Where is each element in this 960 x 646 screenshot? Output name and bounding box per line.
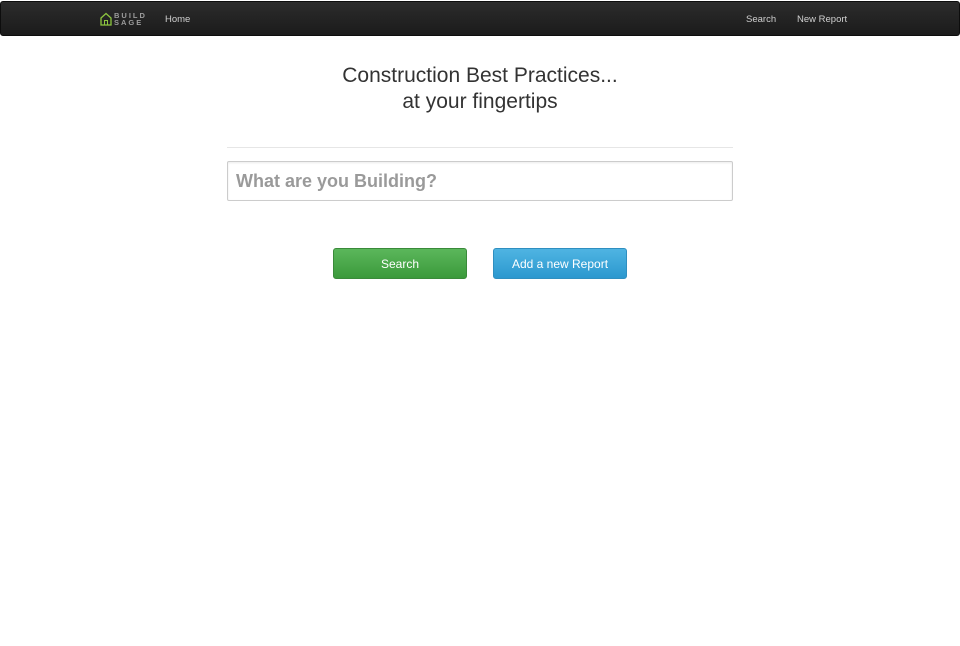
nav-search-link[interactable]: Search — [746, 14, 776, 26]
headline-line-2: at your fingertips — [402, 90, 558, 113]
divider — [227, 147, 733, 148]
brand-logo[interactable]: BUILD SAGE — [100, 11, 147, 27]
house-icon — [100, 12, 112, 26]
headline-line-1: Construction Best Practices... — [342, 64, 618, 87]
nav-new-report-link[interactable]: New Report — [797, 14, 847, 26]
page-headline: Construction Best Practices... at your f… — [0, 63, 960, 115]
search-box — [227, 161, 733, 201]
brand-text: BUILD SAGE — [114, 12, 147, 27]
search-input[interactable] — [228, 162, 732, 200]
add-report-button[interactable]: Add a new Report — [493, 248, 627, 279]
top-navbar: BUILD SAGE Home Search New Report — [0, 1, 960, 36]
search-button[interactable]: Search — [333, 248, 467, 279]
nav-home-link[interactable]: Home — [165, 14, 190, 26]
brand-line-sage: SAGE — [114, 18, 144, 27]
